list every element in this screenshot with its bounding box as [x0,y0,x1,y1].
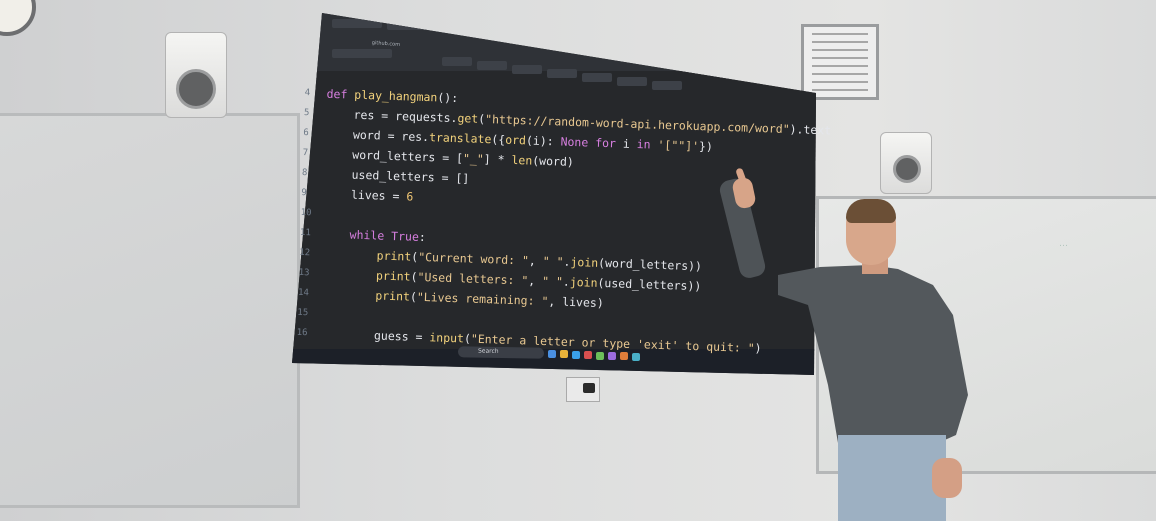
taskbar-search-label: Search [477,347,499,355]
taskbar-app-icon[interactable] [596,352,604,360]
line-number: 12 [299,247,311,259]
line-number: 13 [298,267,310,279]
line-number: 15 [297,307,309,319]
bookmark-item[interactable] [512,65,542,74]
taskbar-app-icon[interactable] [620,352,628,360]
code-line: lives = 6 [323,186,414,204]
taskbar-app-icon[interactable] [548,350,556,358]
line-number: 4 [304,87,311,99]
taskbar-search[interactable]: Search [457,346,545,359]
left-speaker [165,32,227,118]
right-speaker [880,132,932,194]
bookmark-item[interactable] [477,61,507,70]
line-number: 14 [297,287,310,299]
line-number: 16 [296,327,308,339]
taskbar-app-icon[interactable] [572,351,580,359]
taskbar-app-icon[interactable] [608,352,616,360]
line-number: 11 [299,227,311,239]
wall-camera [566,377,600,402]
taskbar-app-icon[interactable] [632,353,640,361]
line-number: 5 [303,107,310,119]
bookmark-item[interactable] [547,69,577,78]
taskbar-app-icon[interactable] [584,351,592,359]
line-number: 6 [303,127,309,139]
line-number: 7 [302,147,309,159]
bookmark-item[interactable] [442,57,472,66]
code-line: used_letters = [] [323,166,470,186]
line-number: 9 [301,187,307,199]
bookmark-item[interactable] [332,49,392,58]
line-number: 10 [300,207,312,219]
presenter-jeans [838,435,946,521]
code-line: print("Lives remaining: ", lives) [375,288,604,311]
presenter-hair [846,199,896,223]
presenter-right-hand [932,458,962,498]
bookmark-item[interactable] [582,73,612,82]
code-line: word_letters = ["_"] * len(word) [324,146,575,169]
left-whiteboard [0,113,300,508]
wall-notice [801,24,879,100]
code-line: while True: [349,227,427,245]
code-line: def play_hangman(): [326,86,459,106]
bookmark-item[interactable] [652,81,682,90]
taskbar-app-icon[interactable] [560,350,568,358]
line-number: 8 [301,167,308,179]
bookmark-item[interactable] [617,77,647,86]
